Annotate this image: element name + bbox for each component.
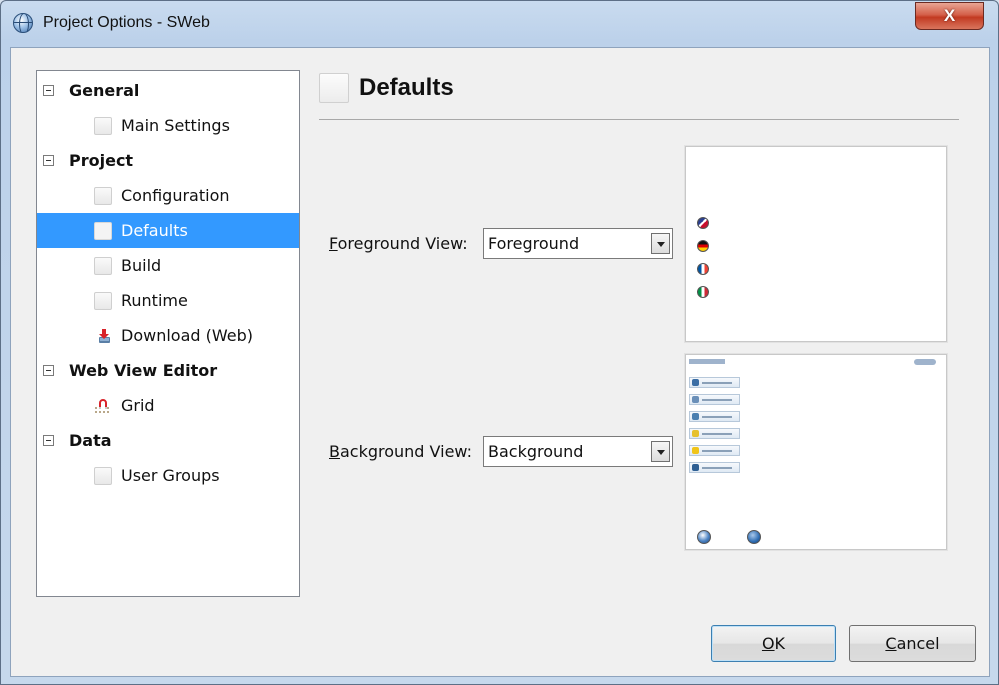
magnet-grid-icon: [95, 398, 109, 413]
preview-menu-item: [689, 462, 740, 473]
tree-item-label: Grid: [121, 396, 155, 415]
project-options-window: Project Options - SWeb X General Main Se…: [0, 0, 999, 685]
cancel-button[interactable]: Cancel: [849, 625, 976, 662]
preview-menu-item: [689, 411, 740, 422]
preview-menu-item: [689, 394, 740, 405]
tree-category-label: Web View Editor: [69, 361, 218, 380]
tree-category-label: Data: [69, 431, 112, 450]
ok-button[interactable]: OK: [711, 625, 836, 662]
chevron-down-icon[interactable]: [651, 233, 670, 254]
uk-flag-icon: [697, 217, 709, 229]
tree-item-build[interactable]: Build: [37, 248, 299, 283]
tree-item-configuration[interactable]: Configuration: [37, 178, 299, 213]
dialog-client-area: General Main Settings Project Configurat…: [10, 47, 990, 677]
foreground-view-value: Foreground: [488, 234, 580, 253]
page-icon: [94, 256, 112, 275]
tree-category-web-view-editor[interactable]: Web View Editor: [37, 353, 299, 388]
tree-item-grid[interactable]: Grid: [37, 388, 299, 423]
download-icon: [99, 328, 110, 343]
page-icon: [94, 221, 112, 240]
collapse-icon[interactable]: [43, 365, 54, 376]
globe-icon: [697, 530, 711, 544]
tree-item-runtime[interactable]: Runtime: [37, 283, 299, 318]
tree-item-user-groups[interactable]: User Groups: [37, 458, 299, 493]
italy-flag-icon: [697, 286, 709, 298]
chevron-down-icon[interactable]: [651, 441, 670, 462]
header-divider: [319, 119, 959, 120]
tree-item-label: User Groups: [121, 466, 220, 485]
title-bar[interactable]: Project Options - SWeb X: [1, 1, 998, 47]
foreground-view-select[interactable]: Foreground: [483, 228, 673, 259]
page-icon: [319, 73, 349, 103]
tree-item-label: Defaults: [121, 221, 188, 240]
back-arrow-icon: [747, 530, 761, 544]
preview-header-badge: [914, 359, 936, 365]
tree-category-project[interactable]: Project: [37, 143, 299, 178]
tree-item-label: Runtime: [121, 291, 188, 310]
preview-menu-item: [689, 428, 740, 439]
background-view-label: Background View:: [329, 442, 473, 461]
background-view-value: Background: [488, 442, 584, 461]
page-icon: [94, 291, 112, 310]
options-tree[interactable]: General Main Settings Project Configurat…: [36, 70, 300, 597]
background-view-select[interactable]: Background: [483, 436, 673, 467]
tree-category-data[interactable]: Data: [37, 423, 299, 458]
tree-category-label: Project: [69, 151, 134, 170]
france-flag-icon: [697, 263, 709, 275]
page-icon: [94, 186, 112, 205]
tree-item-defaults[interactable]: Defaults: [37, 213, 299, 248]
preview-menu-item: [689, 377, 740, 388]
tree-category-general[interactable]: General: [37, 73, 299, 108]
collapse-icon[interactable]: [43, 435, 54, 446]
window-title: Project Options - SWeb: [43, 14, 210, 31]
tree-item-label: Main Settings: [121, 116, 230, 135]
page-icon: [94, 466, 112, 485]
background-preview: [685, 354, 947, 550]
preview-menu-item: [689, 445, 740, 456]
close-button[interactable]: X: [915, 2, 984, 30]
preview-header-bar: [689, 359, 725, 364]
germany-flag-icon: [697, 240, 709, 252]
tree-item-download-web[interactable]: Download (Web): [37, 318, 299, 353]
tree-category-label: General: [69, 81, 140, 100]
tree-item-main-settings[interactable]: Main Settings: [37, 108, 299, 143]
collapse-icon[interactable]: [43, 155, 54, 166]
page-icon: [94, 116, 112, 135]
tree-item-label: Build: [121, 256, 162, 275]
page-title: Defaults: [359, 74, 454, 101]
foreground-view-label: Foreground View:: [329, 234, 468, 253]
tree-item-label: Configuration: [121, 186, 230, 205]
tree-item-label: Download (Web): [121, 326, 253, 345]
foreground-preview: [685, 146, 947, 342]
collapse-icon[interactable]: [43, 85, 54, 96]
globe-icon: [13, 13, 33, 33]
